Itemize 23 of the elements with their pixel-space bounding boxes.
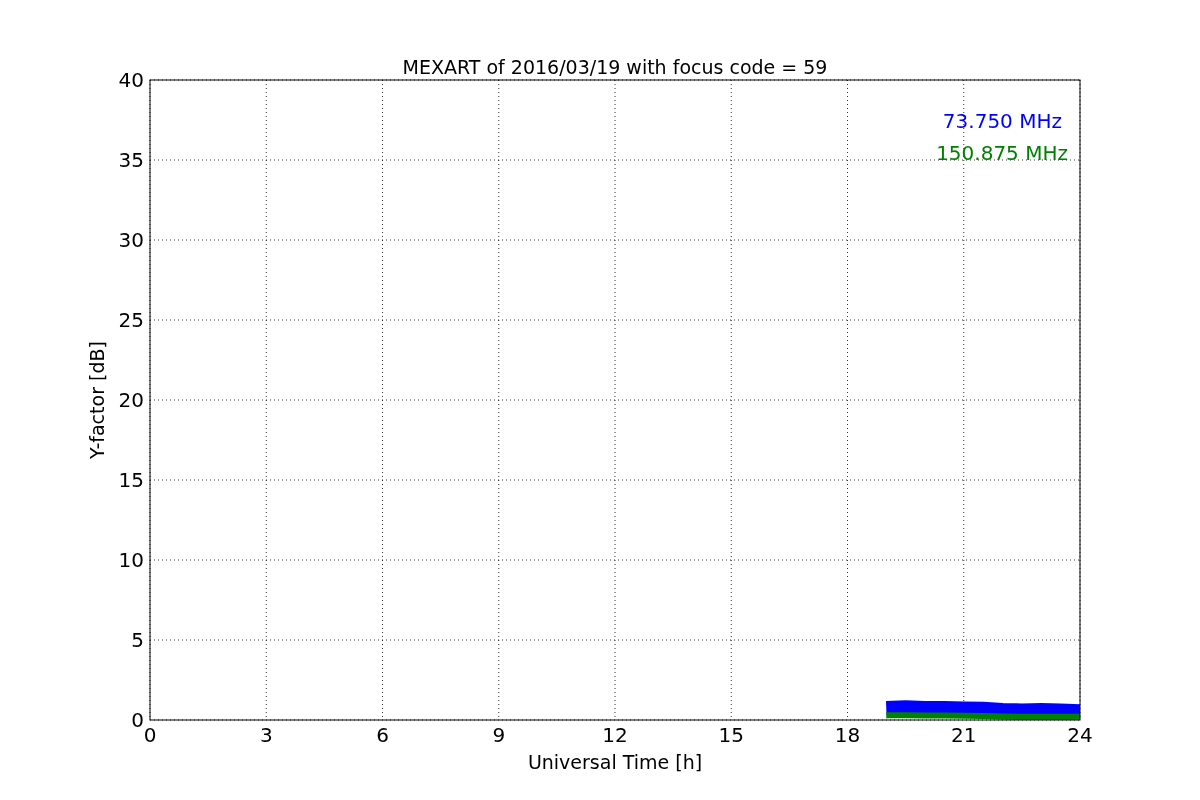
y-tick-label: 25 — [118, 308, 144, 332]
y-tick-label: 5 — [131, 628, 144, 652]
x-axis-label: Universal Time [h] — [527, 751, 703, 773]
y-tick-label: 15 — [118, 468, 144, 492]
y-tick-label: 30 — [118, 228, 144, 252]
x-tick-label: 0 — [143, 723, 157, 747]
y-tick-label: 20 — [118, 388, 144, 412]
chart-title: MEXART of 2016/03/19 with focus code = 59 — [402, 56, 828, 78]
x-tick-label: 21 — [951, 723, 977, 747]
legend-label: 73.750 MHz — [942, 109, 1062, 133]
x-tick-label: 6 — [376, 723, 389, 747]
y-axis-label: Y-factor [dB] — [86, 341, 108, 459]
y-tick-label: 10 — [118, 548, 144, 572]
y-tick-label: 35 — [118, 148, 144, 172]
x-tick-label: 15 — [718, 723, 744, 747]
y-tick-label: 40 — [118, 68, 144, 92]
x-tick-label: 18 — [834, 723, 861, 747]
x-tick-label: 24 — [1067, 723, 1093, 747]
x-tick-label: 12 — [602, 723, 628, 747]
legend-label: 150.875 MHz — [936, 141, 1068, 165]
x-tick-label: 9 — [492, 723, 506, 747]
y-tick-label: 0 — [131, 708, 144, 732]
x-tick-label: 3 — [259, 723, 273, 747]
